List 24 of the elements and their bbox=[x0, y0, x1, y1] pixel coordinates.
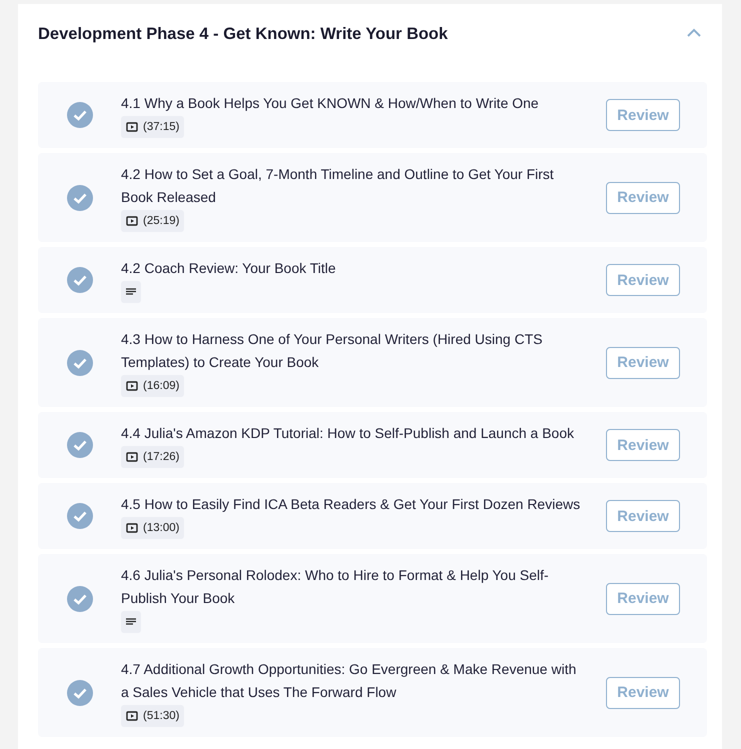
lesson-meta-tag: (16:09) bbox=[121, 375, 184, 397]
text-lines-icon bbox=[126, 618, 136, 626]
lesson-title[interactable]: 4.7 Additional Growth Opportunities: Go Evergreen & Make Revenue with a Sales Vehicle that Uses The Forward Flow bbox=[121, 658, 587, 704]
lesson-title[interactable]: 4.6 Julia's Personal Rolodex: Who to Hire to Format & Help You Self-Publish Your Book bbox=[121, 564, 587, 610]
video-icon bbox=[126, 452, 138, 462]
text-lines-icon bbox=[126, 288, 136, 296]
lesson-title[interactable]: 4.2 Coach Review: Your Book Title bbox=[121, 257, 587, 280]
video-icon bbox=[126, 216, 138, 226]
collapse-chevron-icon[interactable] bbox=[686, 28, 702, 38]
video-icon bbox=[126, 381, 138, 391]
lesson-meta-tag: (13:00) bbox=[121, 517, 184, 539]
lesson-title[interactable]: 4.2 How to Set a Goal, 7-Month Timeline and Outline to Get Your First Book Released bbox=[121, 163, 587, 209]
lesson-title[interactable]: 4.3 How to Harness One of Your Personal Writers (Hired Using CTS Templates) to Create Your Book bbox=[121, 328, 587, 374]
lesson-meta-tag: (51:30) bbox=[121, 705, 184, 727]
lesson-title[interactable]: 4.5 How to Easily Find ICA Beta Readers & Get Your First Dozen Reviews bbox=[121, 493, 587, 516]
lesson-title[interactable]: 4.1 Why a Book Helps You Get KNOWN & How/When to Write One bbox=[121, 92, 587, 115]
lesson-meta-tag: (37:15) bbox=[121, 116, 184, 138]
video-icon bbox=[126, 523, 138, 533]
video-icon bbox=[126, 711, 138, 721]
lesson-meta-tag: (17:26) bbox=[121, 446, 184, 468]
lesson-title[interactable]: 4.4 Julia's Amazon KDP Tutorial: How to Self-Publish and Launch a Book bbox=[121, 422, 587, 445]
video-icon bbox=[126, 122, 138, 132]
section-title: Development Phase 4 - Get Known: Write Your Book bbox=[38, 24, 448, 44]
lesson-meta-tag: (25:19) bbox=[121, 210, 184, 232]
